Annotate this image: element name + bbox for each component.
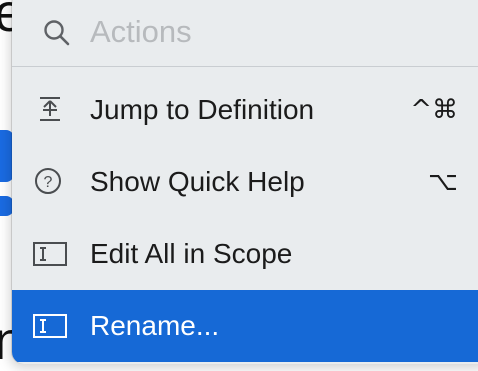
actions-search-input[interactable] — [90, 12, 450, 52]
question-circle-icon: ? — [35, 168, 61, 194]
svg-text:?: ? — [44, 174, 53, 191]
text-cursor-box-icon — [33, 242, 67, 266]
menu-item-jump-to-definition[interactable]: Jump to Definition ^⌘ — [12, 74, 478, 146]
jump-to-definition-icon — [40, 97, 60, 121]
search-icon — [44, 20, 70, 46]
keyboard-shortcut: ⌥ — [428, 167, 458, 197]
keyboard-shortcut: ^⌘ — [410, 95, 458, 125]
text-cursor-box-icon — [33, 314, 67, 338]
actions-menu: Jump to Definition ^⌘ ? Show Quick Help … — [12, 0, 478, 364]
menu-item-label: Rename... — [90, 310, 220, 341]
menu-item-label: Edit All in Scope — [90, 238, 293, 269]
menu-item-rename[interactable]: Rename... — [12, 290, 478, 362]
menu-item-label: Show Quick Help — [90, 166, 305, 197]
menu-item-edit-all-in-scope[interactable]: Edit All in Scope — [12, 218, 478, 290]
menu-item-label: Jump to Definition — [90, 94, 315, 125]
actions-search-row — [12, 0, 478, 67]
menu-item-show-quick-help[interactable]: ? Show Quick Help ⌥ — [12, 146, 478, 218]
